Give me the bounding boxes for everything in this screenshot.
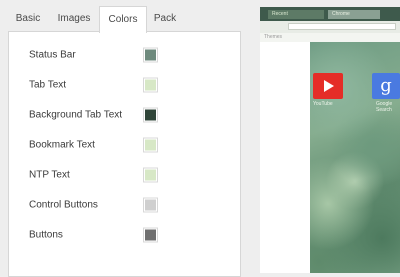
color-swatch[interactable]	[143, 227, 158, 243]
preview-bookmark: Themes	[264, 34, 283, 40]
color-swatch[interactable]	[143, 197, 158, 213]
app-label: Google Search	[376, 101, 393, 113]
color-row-control-buttons: Control Buttons	[29, 190, 229, 220]
color-row-tab-text: Tab Text	[29, 70, 229, 100]
color-label: Bookmark Text	[29, 139, 95, 151]
tab-basic[interactable]: Basic	[7, 7, 49, 31]
color-swatch[interactable]	[143, 167, 158, 183]
preview-bookmarks-bar: Themes	[260, 33, 400, 42]
color-swatch[interactable]	[143, 47, 158, 63]
preview-ntp-background: YouTube g Google Search	[310, 42, 400, 273]
color-row-ntp-text: NTP Text	[29, 160, 229, 190]
preview-tab: Recent	[268, 10, 324, 19]
color-swatch[interactable]	[143, 77, 158, 93]
color-label: NTP Text	[29, 169, 70, 181]
tab-pack[interactable]: Pack	[146, 7, 184, 31]
tab-colors[interactable]: Colors	[99, 6, 147, 33]
color-swatch[interactable]	[143, 107, 158, 123]
google-glyph: g	[380, 75, 392, 96]
youtube-icon	[313, 73, 343, 99]
preview-toolbar	[260, 21, 400, 33]
color-label: Background Tab Text	[29, 109, 123, 121]
editor-tabs: Basic Images Colors Pack	[0, 0, 241, 33]
color-row-buttons: Buttons	[29, 220, 229, 250]
browser-preview: Recent Chrome Themes YouTube g Google Se…	[260, 7, 400, 273]
color-label: Control Buttons	[29, 199, 98, 211]
color-swatch[interactable]	[143, 137, 158, 153]
app-label: YouTube	[313, 101, 333, 107]
preview-tab: Chrome	[328, 10, 380, 19]
preview-omnibox	[288, 23, 396, 30]
play-icon	[324, 80, 334, 92]
color-row-status-bar: Status Bar	[29, 40, 229, 70]
color-label: Buttons	[29, 229, 63, 241]
colors-panel: Status Bar Tab Text Background Tab Text …	[8, 31, 241, 277]
color-row-background-tab-text: Background Tab Text	[29, 100, 229, 130]
color-label: Tab Text	[29, 79, 67, 91]
color-label: Status Bar	[29, 49, 76, 61]
google-icon: g	[372, 73, 400, 99]
color-row-bookmark-text: Bookmark Text	[29, 130, 229, 160]
tab-images[interactable]: Images	[51, 7, 97, 31]
preview-sidebar	[260, 42, 310, 273]
